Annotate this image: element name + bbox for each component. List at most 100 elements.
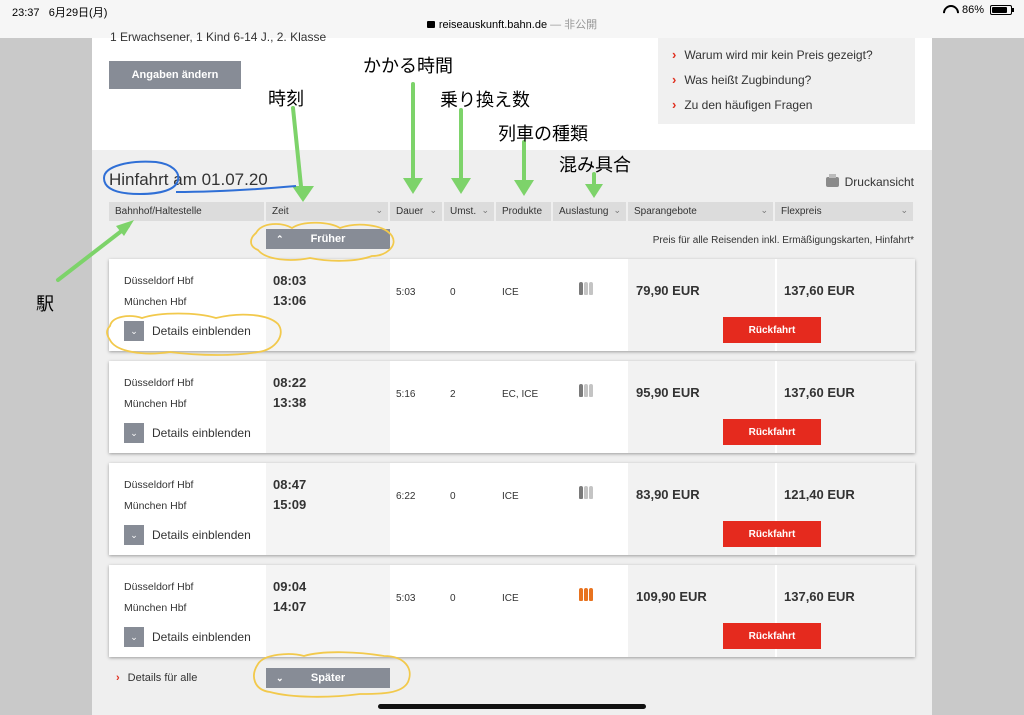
occupancy-icon	[579, 588, 593, 601]
faq-box: › Warum wird mir kein Preis gezeigt? › Was…	[658, 38, 915, 124]
column-header: Produkte	[496, 202, 551, 221]
products: ICE	[502, 287, 519, 298]
products: EC, ICE	[502, 389, 539, 400]
annotation-label-duration: かかる時間	[363, 56, 453, 77]
chevron-right-icon: ›	[116, 672, 120, 684]
saver-price[interactable]: 95,90 EUR	[636, 385, 700, 400]
details-all-link[interactable]: › Details für alle	[116, 672, 197, 684]
faq-link[interactable]: › Zu den häufigen Fragen	[672, 92, 915, 117]
flex-price[interactable]: 137,60 EUR	[784, 385, 855, 400]
duration: 5:03	[396, 287, 416, 298]
return-trip-button[interactable]: Rückfahrt	[723, 419, 821, 445]
departure-time: 08:47	[273, 477, 307, 492]
annotation-label-changes: 乗り換え数	[440, 90, 530, 111]
wifi-icon	[942, 5, 956, 15]
arrival-time: 13:38	[273, 395, 307, 410]
arrival-station: München Hbf	[124, 398, 187, 410]
column-header[interactable]: Dauer ⌄	[390, 202, 442, 221]
section-title: Hinfahrt am 01.07.20	[109, 170, 268, 189]
changes-count: 0	[450, 491, 456, 502]
connection-row[interactable]: 08:03 13:06 Düsseldorf Hbf München Hbf 5…	[109, 259, 915, 351]
saver-price[interactable]: 83,90 EUR	[636, 487, 700, 502]
price-note: Preis für alle Reisenden inkl. Ermäßigun…	[652, 235, 914, 246]
home-indicator	[378, 704, 646, 709]
chevron-down-icon: ⌄	[276, 672, 284, 683]
annotation-label-train-type: 列車の種類	[498, 124, 588, 145]
changes-count: 0	[450, 287, 456, 298]
status-right: 86%	[942, 4, 1014, 16]
chevron-up-icon: ⌃	[276, 233, 284, 244]
changes-count: 2	[450, 389, 456, 400]
details-toggle[interactable]: ⌄ Details einblenden	[124, 627, 251, 647]
occupancy-icon	[579, 282, 593, 295]
departure-station: Düsseldorf Hbf	[124, 581, 194, 593]
chevron-down-icon: ⌄	[124, 525, 144, 545]
details-label: Details einblenden	[152, 630, 251, 644]
time-column: 08:47 15:09	[266, 463, 390, 555]
time-column: 09:04 14:07	[266, 565, 390, 657]
departure-time: 08:03	[273, 273, 307, 288]
battery-percent: 86%	[961, 4, 984, 16]
return-trip-button[interactable]: Rückfahrt	[723, 521, 821, 547]
faq-link[interactable]: › Warum wird mir kein Preis gezeigt?	[672, 42, 915, 67]
faq-link[interactable]: › Was heißt Zugbindung?	[672, 67, 915, 92]
arrival-station: München Hbf	[124, 602, 187, 614]
departure-station: Düsseldorf Hbf	[124, 275, 194, 287]
flex-price[interactable]: 137,60 EUR	[784, 283, 855, 298]
products: ICE	[502, 593, 519, 604]
chevron-down-icon: ⌄	[481, 205, 489, 215]
occupancy-icon	[579, 384, 593, 397]
chevron-down-icon: ⌄	[900, 205, 908, 215]
flex-price[interactable]: 121,40 EUR	[784, 487, 855, 502]
arrival-station: München Hbf	[124, 296, 187, 308]
chevron-down-icon: ⌄	[760, 205, 768, 215]
connection-row[interactable]: 09:04 14:07 Düsseldorf Hbf München Hbf 5…	[109, 565, 915, 657]
column-header[interactable]: Sparangebote ⌄	[628, 202, 773, 221]
connection-row[interactable]: 08:47 15:09 Düsseldorf Hbf München Hbf 6…	[109, 463, 915, 555]
chevron-right-icon: ›	[672, 72, 677, 87]
time-column: 08:03 13:06	[266, 259, 390, 351]
column-header[interactable]: Auslastung ⌄	[553, 202, 626, 221]
chevron-right-icon: ›	[672, 47, 677, 62]
flex-price[interactable]: 137,60 EUR	[784, 589, 855, 604]
arrival-time: 13:06	[273, 293, 307, 308]
column-header[interactable]: Umst. ⌄	[444, 202, 494, 221]
annotation-label-time: 時刻	[268, 89, 304, 110]
saver-price[interactable]: 109,90 EUR	[636, 589, 707, 604]
duration: 5:03	[396, 593, 416, 604]
departure-station: Düsseldorf Hbf	[124, 479, 194, 491]
occupancy-icon	[579, 486, 593, 499]
column-header[interactable]: Zeit ⌄	[266, 202, 388, 221]
saver-price[interactable]: 79,90 EUR	[636, 283, 700, 298]
change-details-button[interactable]: Angaben ändern	[109, 61, 241, 89]
details-toggle[interactable]: ⌄ Details einblenden	[124, 321, 251, 341]
arrival-time: 15:09	[273, 497, 307, 512]
later-button[interactable]: ⌄ Später	[266, 668, 390, 688]
annotation-label-station: 駅	[36, 294, 54, 315]
return-trip-button[interactable]: Rückfahrt	[723, 317, 821, 343]
url-text: reiseauskunft.bahn.de	[438, 19, 548, 31]
duration: 5:16	[396, 389, 416, 400]
chevron-down-icon: ⌄	[124, 423, 144, 443]
details-label: Details einblenden	[152, 528, 251, 542]
chevron-down-icon: ⌄	[613, 205, 621, 215]
details-toggle[interactable]: ⌄ Details einblenden	[124, 423, 251, 443]
column-header: Bahnhof/Haltestelle	[109, 202, 264, 221]
arrival-time: 14:07	[273, 599, 307, 614]
details-toggle[interactable]: ⌄ Details einblenden	[124, 525, 251, 545]
printer-icon	[825, 174, 839, 187]
passenger-summary: 1 Erwachsener, 1 Kind 6-14 J., 2. Klasse	[110, 30, 327, 44]
details-label: Details einblenden	[152, 426, 251, 440]
details-label: Details einblenden	[152, 324, 251, 338]
products: ICE	[502, 491, 519, 502]
connection-row[interactable]: 08:22 13:38 Düsseldorf Hbf München Hbf 5…	[109, 361, 915, 453]
lock-icon	[426, 21, 435, 28]
table-header: Bahnhof/Haltestelle Zeit ⌄ Dauer ⌄ Umst. ⌄ …	[109, 202, 915, 221]
return-trip-button[interactable]: Rückfahrt	[723, 623, 821, 649]
print-view-link[interactable]: Druckansicht	[825, 174, 914, 189]
column-header[interactable]: Flexpreis ⌄	[775, 202, 913, 221]
chevron-down-icon: ⌄	[375, 205, 383, 215]
duration: 6:22	[396, 491, 416, 502]
earlier-button[interactable]: ⌃ Früher	[266, 229, 390, 249]
arrival-station: München Hbf	[124, 500, 187, 512]
